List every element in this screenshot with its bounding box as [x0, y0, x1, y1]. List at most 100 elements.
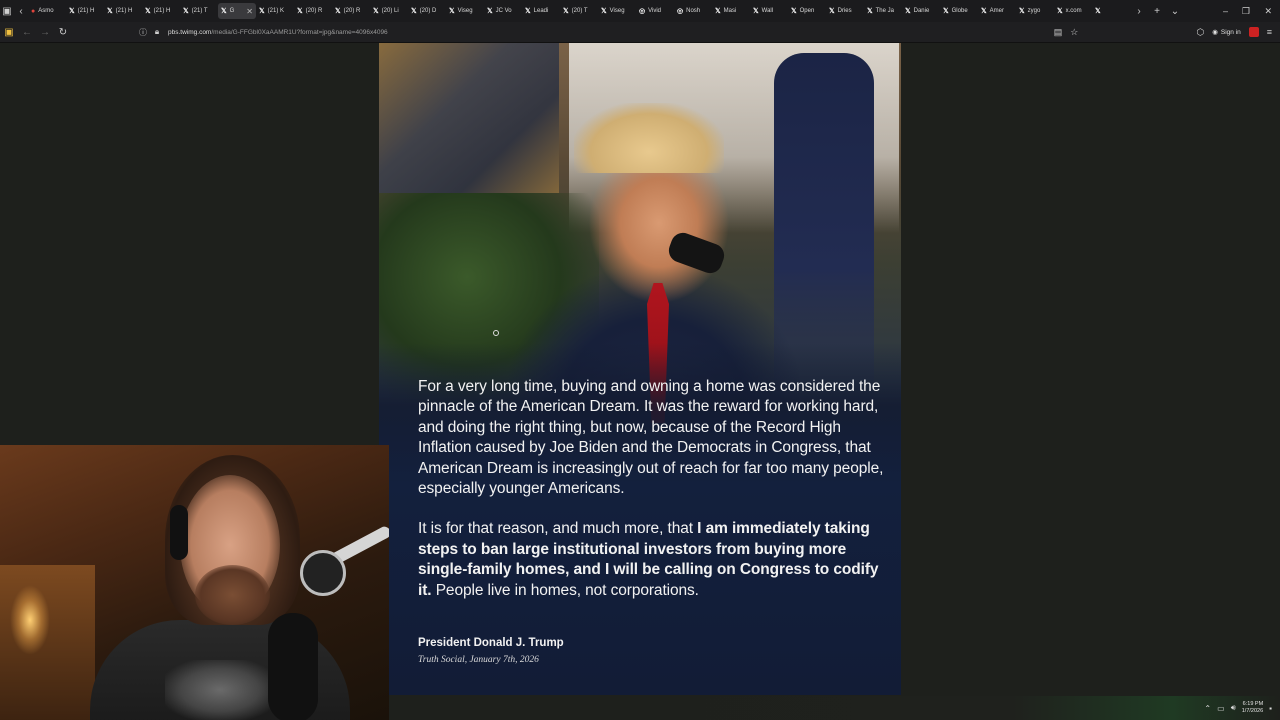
browser-tab[interactable]: 𝕏: [1092, 3, 1130, 19]
x-logo-icon: 𝕏: [107, 8, 113, 15]
tab-scroll-left-icon[interactable]: ‹: [14, 0, 28, 22]
x-logo-icon: 𝕏: [411, 8, 417, 15]
close-tab-icon[interactable]: ✕: [246, 7, 253, 16]
browser-tab[interactable]: 𝕏 Viseg: [598, 3, 636, 19]
tab-label: Viseg: [609, 8, 625, 14]
sidebar-toggle-icon[interactable]: ▣: [0, 27, 18, 38]
browser-tab[interactable]: 𝕏 (20) Li: [370, 3, 408, 19]
browser-tab[interactable]: ● Asmo: [28, 3, 66, 19]
browser-tab[interactable]: 𝕏 Danie: [902, 3, 940, 19]
tab-label: (21) K: [267, 8, 284, 14]
system-tray: ⌃ ▭ 🔊︎ 6:19 PM 1/7/2026 ▪: [1204, 701, 1272, 715]
x-logo-icon: 𝕏: [183, 8, 189, 15]
browser-tab[interactable]: ◎ Vivid: [636, 3, 674, 19]
browser-tab[interactable]: 𝕏x.com: [1054, 3, 1092, 19]
browser-tab[interactable]: 𝕏 (20) D: [408, 3, 446, 19]
paragraph-2-lead: It is for that reason, and much more, th…: [418, 520, 698, 538]
x-logo-icon: 𝕏: [753, 8, 759, 15]
tab-label: (21) H: [153, 8, 171, 14]
sign-in-label: Sign in: [1220, 28, 1241, 36]
tab-list-dropdown-icon[interactable]: ⌄: [1168, 0, 1182, 22]
author-name: President Donald J. Trump: [418, 637, 564, 649]
site-info-icon[interactable]: ⓘ: [134, 27, 152, 38]
tray-overflow-icon[interactable]: ⌃: [1204, 704, 1211, 713]
bookmark-star-icon[interactable]: ☆: [1070, 27, 1078, 38]
account-icon: ◉: [1212, 29, 1218, 36]
menu-icon[interactable]: ≡: [1267, 27, 1272, 37]
browser-tab[interactable]: 𝕏 Open: [788, 3, 826, 19]
x-logo-icon: 𝕏: [221, 8, 227, 15]
browser-tab[interactable]: 𝕏 Amer: [978, 3, 1016, 19]
notification-icon[interactable]: ▪: [1269, 704, 1272, 713]
back-button[interactable]: ←: [18, 27, 36, 38]
browser-tab[interactable]: 𝕏 JC Vo: [484, 3, 522, 19]
tab-label: G: [229, 8, 235, 14]
lock-icon: 🔒︎: [154, 27, 160, 36]
streamer-beard: [195, 565, 270, 625]
post-source-date: Truth Social, January 7th, 2026: [418, 655, 539, 665]
circle-icon: ◎: [677, 8, 684, 15]
address-toolbar: ▣ ← → ↻ ⓘ 🔒︎ pbs.twimg.com/media/G-FFGbl…: [0, 22, 1280, 43]
x-logo-icon: 𝕏: [69, 8, 75, 15]
viewed-image[interactable]: For a very long time, buying and owning …: [379, 43, 901, 695]
sign-in-button[interactable]: ◉ Sign in: [1212, 28, 1241, 37]
browser-tab[interactable]: 𝕏 Masi: [712, 3, 750, 19]
browser-tab[interactable]: 𝕏 (20) R: [332, 3, 370, 19]
url-field[interactable]: pbs.twimg.com/media/G-FFGbl0XaAAMR1U?for…: [168, 29, 388, 36]
taskbar-clock[interactable]: 6:19 PM 1/7/2026: [1242, 701, 1263, 715]
tab-label: Dries: [837, 8, 852, 14]
tab-label: The Ja: [875, 8, 894, 14]
minimize-button[interactable]: –: [1223, 0, 1228, 22]
url-path: /media/G-FFGbl0XaAAMR1U?format=jpg&name=…: [211, 28, 388, 36]
volume-icon[interactable]: 🔊︎: [1231, 703, 1236, 713]
browser-tab[interactable]: 𝕏 Wall: [750, 3, 788, 19]
tab-overview-icon[interactable]: ▣: [0, 0, 14, 22]
tab-label: (20) R: [305, 8, 323, 14]
x-logo-icon: 𝕏: [145, 8, 151, 15]
reload-button[interactable]: ↻: [54, 27, 72, 38]
browser-tab[interactable]: 𝕏 Dries: [826, 3, 864, 19]
browser-tab[interactable]: 𝕏 (21) K: [256, 3, 294, 19]
close-window-button[interactable]: ✕: [1264, 0, 1272, 22]
x-logo-icon: 𝕏: [297, 8, 303, 15]
x-logo-icon: 𝕏: [715, 8, 721, 15]
browser-tab[interactable]: 𝕏 Leadi: [522, 3, 560, 19]
tab-label: (21) T: [191, 8, 208, 14]
browser-tab[interactable]: 𝕏 (21) T: [180, 3, 218, 19]
extensions-icon[interactable]: ⬡: [1196, 27, 1204, 38]
headset: [170, 505, 188, 560]
browser-tab[interactable]: 𝕏 (21) H: [104, 3, 142, 19]
browser-tab[interactable]: 𝕏 Viseg: [446, 3, 484, 19]
browser-tab[interactable]: 𝕏 (21) H: [142, 3, 180, 19]
extension-red-icon[interactable]: [1248, 27, 1259, 37]
tab-list: ● Asmo 𝕏 (21) H 𝕏 (21) H 𝕏 (21) H 𝕏 (21) T 𝕏 G ✕ 𝕏 (21…: [28, 0, 1130, 22]
tab-label: JC Vo: [495, 8, 512, 14]
x-logo-icon: 𝕏: [791, 8, 797, 15]
browser-tab[interactable]: ◎ Nosh: [674, 3, 712, 19]
reader-view-icon[interactable]: ▤: [1054, 27, 1063, 38]
x-logo-icon: 𝕏: [1057, 8, 1063, 15]
tab-label: Vivid: [648, 8, 662, 14]
tab-scroll-right-icon[interactable]: ›: [1132, 0, 1146, 22]
tab-label: Asmo: [38, 8, 54, 14]
browser-tab[interactable]: 𝕏zygo: [1016, 3, 1054, 19]
browser-tab[interactable]: 𝕏 The Ja: [864, 3, 902, 19]
network-icon[interactable]: ▭: [1217, 704, 1225, 713]
forward-button[interactable]: →: [36, 27, 54, 38]
tab-label: Globe: [951, 8, 968, 14]
background-lamp: [10, 585, 50, 655]
browser-tab[interactable]: 𝕏 (20) T: [560, 3, 598, 19]
statement-paragraph-2: It is for that reason, and much more, th…: [418, 519, 888, 601]
new-tab-button[interactable]: +: [1150, 0, 1164, 22]
tab-label: x.com: [1065, 8, 1082, 14]
tab-label: zygo: [1027, 8, 1041, 14]
tab-label: Amer: [989, 8, 1004, 14]
browser-tab[interactable]: 𝕏 (20) R: [294, 3, 332, 19]
streamer-microphone: [268, 613, 318, 720]
restore-button[interactable]: ❐: [1242, 0, 1250, 22]
x-logo-icon: 𝕏: [829, 8, 835, 15]
browser-tab[interactable]: 𝕏 (21) H: [66, 3, 104, 19]
x-logo-icon: 𝕏: [601, 8, 607, 15]
browser-tab[interactable]: 𝕏 G ✕: [218, 3, 256, 19]
browser-tab[interactable]: 𝕏 Globe: [940, 3, 978, 19]
